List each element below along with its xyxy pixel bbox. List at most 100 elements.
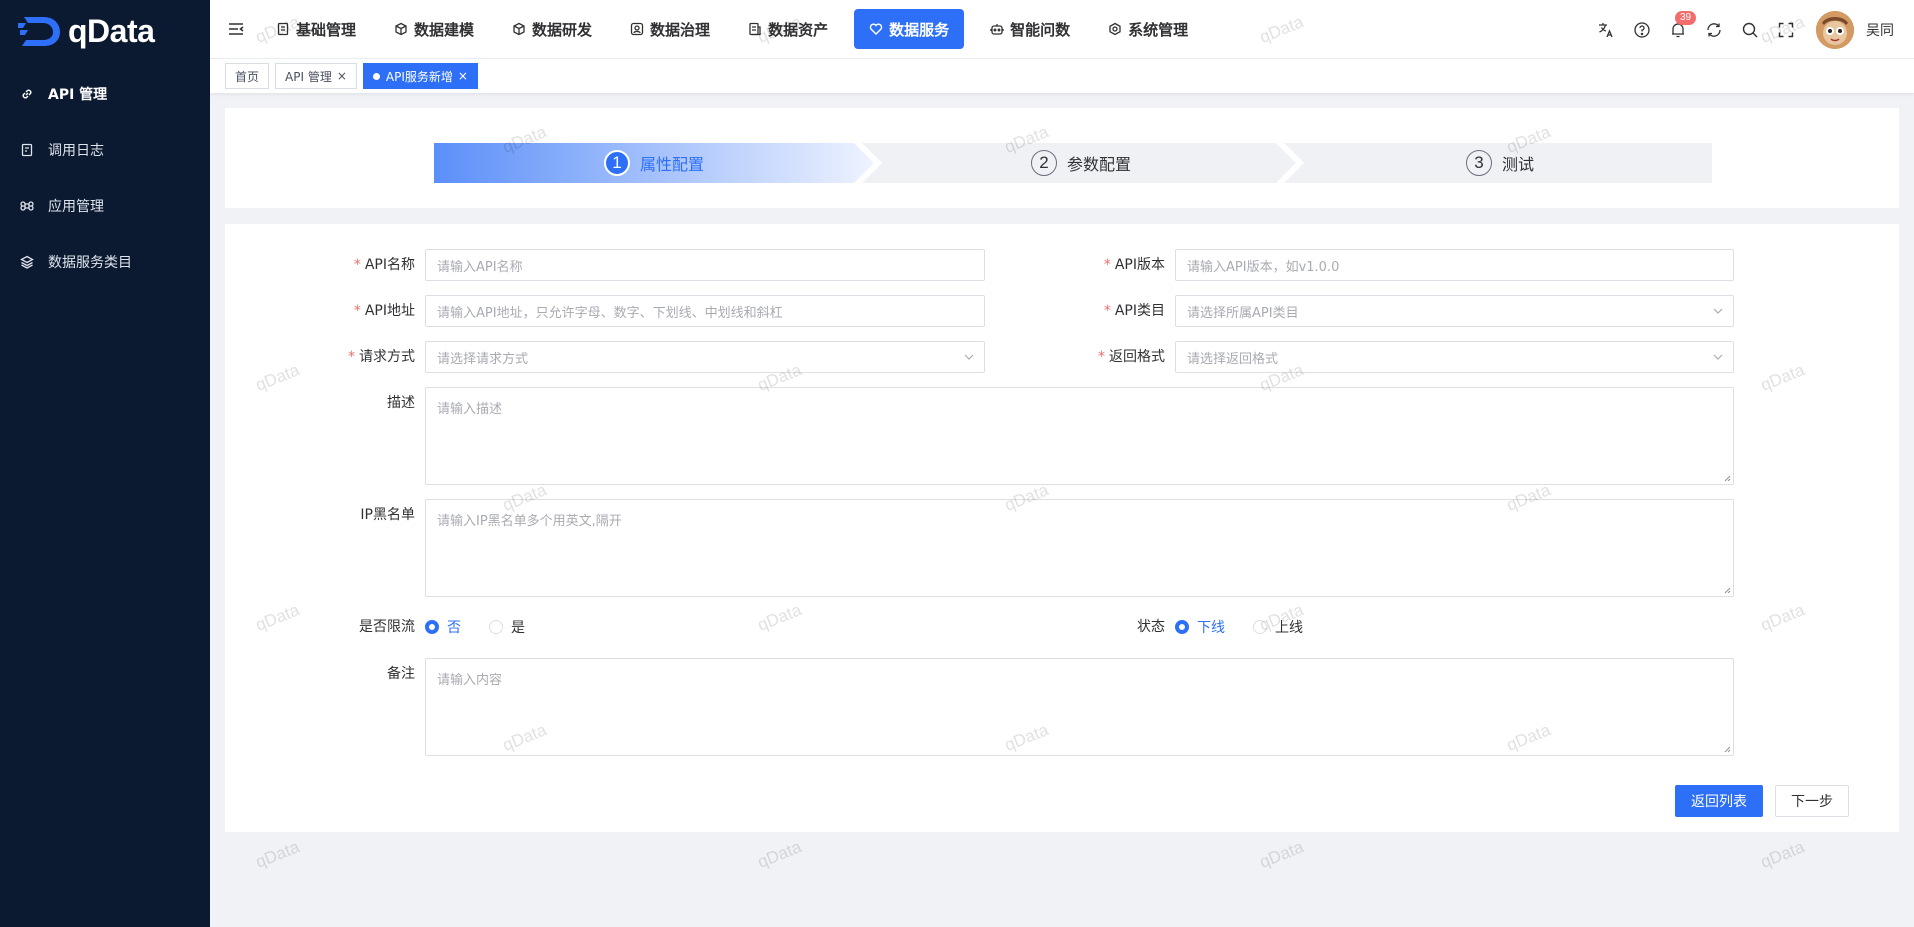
log-icon	[20, 143, 34, 157]
rate-limit-radio-group: 否 是	[425, 611, 553, 643]
nav-smart-query[interactable]: 智能问数	[978, 9, 1082, 49]
back-to-list-button[interactable]: 返回列表	[1675, 785, 1763, 817]
description-textarea[interactable]: 请输入描述	[425, 387, 1734, 485]
governance-icon	[630, 22, 644, 36]
qdata-logo-icon	[18, 17, 60, 46]
refresh-icon[interactable]	[1704, 20, 1724, 40]
heart-icon	[869, 23, 883, 35]
form-item-ip-blacklist: IP黑名单 请输入IP黑名单多个用英文,隔开	[275, 499, 1734, 597]
remark-textarea[interactable]: 请输入内容	[425, 658, 1734, 756]
nav-data-development[interactable]: 数据研发	[500, 9, 604, 49]
api-name-input[interactable]: 请输入API名称	[425, 249, 985, 281]
nav-label: 数据研发	[532, 20, 593, 39]
radio-label: 上线	[1275, 620, 1303, 636]
nav-data-assets[interactable]: 数据资产	[736, 9, 840, 49]
field-label: IP黑名单	[275, 499, 425, 531]
status-radio-group: 下线 上线	[1175, 611, 1331, 643]
top-header: 基础管理 数据建模 数据研发 数据治理 数据资产 数据服务 智能问数 系统管理	[210, 0, 1914, 59]
chevron-down-icon	[1713, 308, 1723, 314]
resize-handle-icon[interactable]	[1723, 586, 1731, 594]
label-text: 状态	[1137, 619, 1165, 635]
label-text: 描述	[387, 395, 415, 411]
radio-label: 否	[447, 620, 461, 636]
nav-data-modeling[interactable]: 数据建模	[382, 9, 486, 49]
rate-limit-option-yes[interactable]: 是	[489, 617, 525, 637]
sidebar-item-service-category[interactable]: 数据服务类目	[0, 234, 210, 290]
sidebar-item-call-log[interactable]: 调用日志	[0, 122, 210, 178]
radio-circle	[1253, 620, 1267, 634]
status-option-offline[interactable]: 下线	[1175, 617, 1225, 637]
nav-data-governance[interactable]: 数据治理	[618, 9, 722, 49]
sidebar-item-api-management[interactable]: API 管理	[0, 66, 210, 122]
step-number: 2	[1030, 150, 1057, 176]
label-text: API名称	[364, 257, 415, 273]
close-icon[interactable]: ×	[458, 69, 468, 83]
required-mark: *	[1103, 257, 1111, 273]
collapse-menu-icon[interactable]	[226, 19, 246, 39]
sidebar-menu: API 管理 调用日志 应用管理 数据服务类目	[0, 66, 210, 290]
step-test[interactable]: 3 测试	[1288, 143, 1712, 183]
tab-label: 首页	[235, 69, 260, 84]
fullscreen-icon[interactable]	[1776, 20, 1796, 40]
tab-api-service-add[interactable]: API服务新增 ×	[362, 63, 478, 89]
label-text: 备注	[387, 666, 415, 682]
radio-label: 是	[511, 620, 525, 636]
resize-handle-icon[interactable]	[1723, 474, 1731, 482]
label-text: API地址	[364, 303, 415, 319]
steps-card: 1 属性配置 2 参数配置 3 测试	[225, 108, 1899, 208]
required-mark: *	[1103, 303, 1111, 319]
bell-icon[interactable]: 39	[1668, 10, 1697, 40]
step-number: 1	[603, 150, 630, 176]
cube-outline-icon	[513, 22, 525, 36]
field-label: * API地址	[275, 295, 425, 327]
placeholder: 请选择请求方式	[437, 351, 529, 367]
translate-icon[interactable]	[1596, 20, 1616, 40]
avatar[interactable]	[1816, 10, 1854, 49]
chevron-down-icon	[1713, 354, 1723, 360]
sidebar-item-label: 数据服务类目	[48, 255, 132, 271]
step-param-config[interactable]: 2 参数配置	[866, 143, 1296, 183]
watermark-text: qData	[1256, 837, 1307, 872]
help-icon[interactable]	[1632, 20, 1652, 40]
tags-view-bar: 首页 API 管理 × API服务新增 ×	[210, 59, 1914, 94]
cube-icon	[395, 22, 407, 36]
nav-label: 系统管理	[1128, 20, 1189, 39]
api-version-input[interactable]: 请输入API版本，如v1.0.0	[1175, 249, 1734, 281]
field-label: * API类目	[1025, 295, 1175, 327]
api-category-select[interactable]: 请选择所属API类目	[1175, 295, 1734, 327]
placeholder: 请输入IP黑名单多个用英文,隔开	[437, 514, 622, 529]
request-method-select[interactable]: 请选择请求方式	[425, 341, 985, 373]
tab-api-management[interactable]: API 管理 ×	[275, 63, 357, 89]
logo[interactable]: qData	[0, 0, 210, 62]
sidebar-item-label: 调用日志	[48, 143, 104, 159]
nav-basic-management[interactable]: 基础管理	[264, 9, 368, 49]
nav-label: 智能问数	[1010, 20, 1071, 39]
tab-home[interactable]: 首页	[225, 63, 270, 89]
close-icon[interactable]: ×	[337, 69, 347, 83]
notification-badge: 39	[1675, 10, 1697, 25]
step-attribute-config[interactable]: 1 属性配置	[434, 143, 874, 183]
required-mark: *	[353, 303, 361, 319]
watermark-text: qData	[754, 837, 805, 872]
nav-label: 基础管理	[296, 20, 357, 39]
ip-blacklist-textarea[interactable]: 请输入IP黑名单多个用英文,隔开	[425, 499, 1734, 597]
field-label: 描述	[275, 387, 425, 419]
status-option-online[interactable]: 上线	[1253, 617, 1303, 637]
nav-system-management[interactable]: 系统管理	[1096, 9, 1200, 49]
return-format-select[interactable]: 请选择返回格式	[1175, 341, 1734, 373]
search-icon[interactable]	[1740, 20, 1760, 40]
nav-label: 数据治理	[650, 20, 711, 39]
sidebar-item-app-management[interactable]: 应用管理	[0, 178, 210, 234]
next-step-button[interactable]: 下一步	[1775, 785, 1849, 817]
nav-data-service[interactable]: 数据服务	[854, 9, 965, 49]
rate-limit-option-no[interactable]: 否	[425, 617, 461, 637]
resize-handle-icon[interactable]	[1723, 745, 1731, 753]
asset-icon	[749, 22, 761, 36]
form-item-remark: 备注 请输入内容	[275, 658, 1734, 756]
radio-circle	[425, 620, 439, 634]
field-label: * API版本	[1025, 249, 1175, 281]
api-address-input[interactable]: 请输入API地址，只允许字母、数字、下划线、中划线和斜杠	[425, 295, 985, 327]
field-label: 备注	[275, 658, 425, 690]
form-item-request-method: * 请求方式 请选择请求方式	[275, 341, 985, 373]
username[interactable]: 吴同	[1866, 20, 1894, 40]
